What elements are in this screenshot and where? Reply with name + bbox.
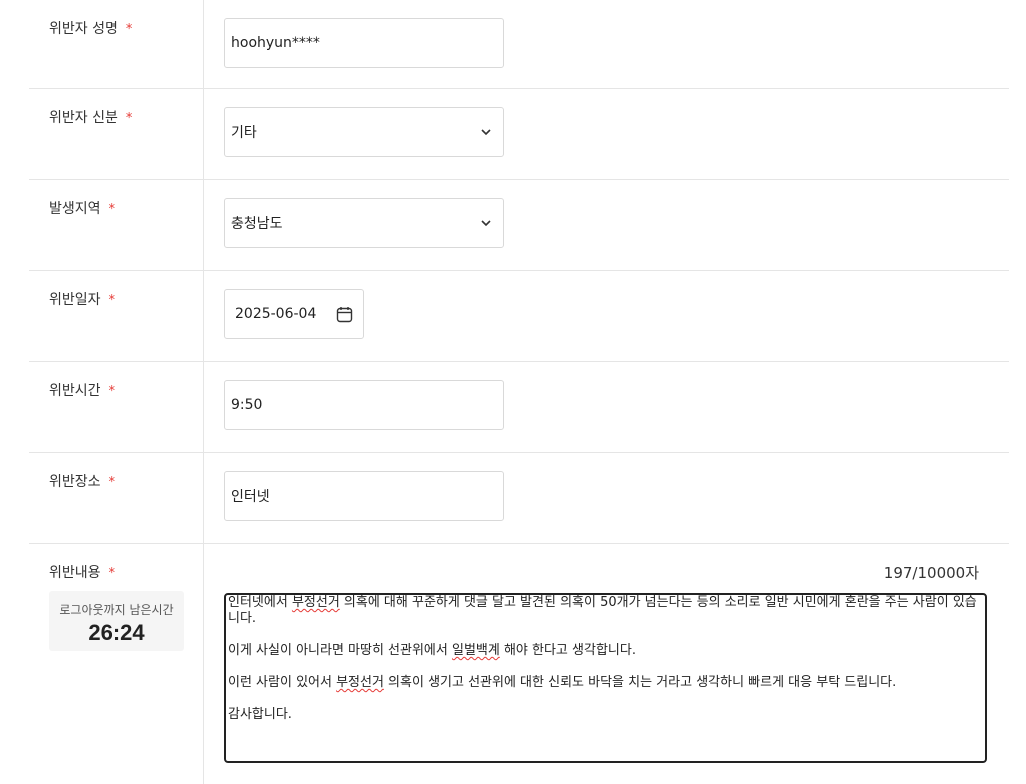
label-content: 위반내용 * 로그아웃까지 남은시간 26:24: [29, 544, 204, 784]
required-mark: *: [108, 293, 116, 308]
place-input[interactable]: 인터넷: [224, 471, 504, 521]
required-mark: *: [108, 566, 116, 581]
label-time: 위반시간 *: [29, 362, 204, 452]
timer-value: 26:24: [88, 620, 145, 645]
time-input[interactable]: 9:50: [224, 380, 504, 430]
row-content: 위반내용 * 로그아웃까지 남은시간 26:24 197/10000자 인터넷에서…: [29, 544, 1009, 784]
required-mark: *: [108, 475, 116, 490]
logout-timer: 로그아웃까지 남은시간 26:24: [49, 591, 184, 651]
content-paragraph: 이런 사람이 있어서 부정선거 의혹이 생기고 선관위에 대한 신뢰도 바닥을 …: [228, 675, 897, 690]
label-region: 발생지역 *: [29, 180, 204, 270]
content-textarea[interactable]: 인터넷에서 부정선거 의혹에 대해 꾸준하게 댓글 달고 발견된 의혹이 50개…: [224, 593, 987, 763]
required-mark: *: [108, 202, 116, 217]
required-mark: *: [125, 22, 133, 37]
row-place: 위반장소 * 인터넷: [29, 453, 1009, 544]
row-region: 발생지역 * 충청남도: [29, 180, 1009, 271]
content-paragraph: 이게 사실이 아니라면 마땅히 선관위에서 일벌백계 해야 한다고 생각합니다.: [228, 643, 636, 658]
label-place: 위반장소 *: [29, 453, 204, 543]
row-date: 위반일자 * 2025-06-04: [29, 271, 1009, 362]
row-violator-name: 위반자 성명 * hoohyun****: [29, 0, 1009, 89]
content-paragraph: 인터넷에서 부정선거 의혹에 대해 꾸준하게 댓글 달고 발견된 의혹이 50개…: [228, 595, 977, 626]
row-time: 위반시간 * 9:50: [29, 362, 1009, 453]
violator-status-select[interactable]: 기타: [224, 107, 504, 157]
row-violator-status: 위반자 신분 * 기타: [29, 89, 1009, 180]
date-input[interactable]: 2025-06-04: [224, 289, 364, 339]
content-paragraph: 감사합니다.: [228, 707, 292, 722]
violator-name-input[interactable]: hoohyun****: [224, 18, 504, 68]
chevron-down-icon: [481, 220, 491, 227]
label-violator-name: 위반자 성명 *: [29, 0, 204, 88]
char-counter: 197/10000자: [883, 564, 979, 582]
chevron-down-icon: [481, 129, 491, 136]
label-violator-status: 위반자 신분 *: [29, 89, 204, 179]
timer-label: 로그아웃까지 남은시간: [59, 603, 174, 617]
label-date: 위반일자 *: [29, 271, 204, 361]
calendar-icon[interactable]: [336, 306, 353, 323]
report-form: 위반자 성명 * hoohyun**** 위반자 신분 * 기타 발생지역 * 충청남…: [29, 0, 1009, 784]
required-mark: *: [125, 111, 133, 126]
region-select[interactable]: 충청남도: [224, 198, 504, 248]
required-mark: *: [108, 384, 116, 399]
